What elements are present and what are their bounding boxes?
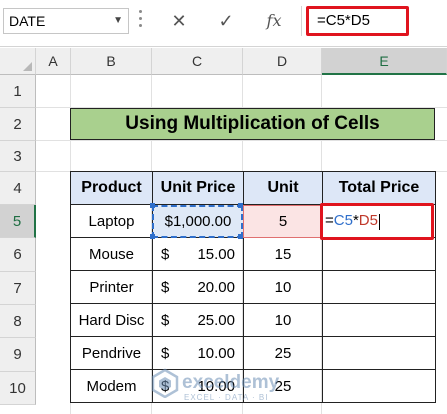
- currency-symbol: $: [161, 278, 170, 296]
- total-price-cell[interactable]: [322, 336, 436, 370]
- enter-check-icon[interactable]: ✓: [212, 6, 240, 36]
- formula-bar-buttons: ✕ ✓ fx: [157, 6, 301, 36]
- currency-symbol: $: [161, 245, 170, 263]
- currency-symbol: $: [161, 311, 170, 329]
- product-table: Product Unit Price Unit Total Price Lapt…: [70, 171, 436, 403]
- table-row: Mouse $15.00 15: [70, 237, 436, 271]
- column-header-c[interactable]: C: [152, 48, 243, 75]
- table-row: Printer $20.00 10: [70, 270, 436, 304]
- total-price-cell-editing[interactable]: =C5*D5: [322, 204, 436, 238]
- formula-highlight-box: =C5*D5: [306, 6, 409, 36]
- unit-cell[interactable]: 25: [243, 369, 323, 403]
- row-header-7[interactable]: 7: [0, 272, 36, 305]
- reference-handle[interactable]: [150, 203, 155, 208]
- name-box-value: DATE: [9, 13, 46, 29]
- price-value: 15.00: [197, 245, 235, 263]
- column-header-e[interactable]: E: [322, 48, 447, 75]
- text-caret: [378, 213, 380, 230]
- table-header-row: Product Unit Price Unit Total Price: [70, 171, 436, 205]
- column-header-d[interactable]: D: [243, 48, 322, 75]
- cancel-icon[interactable]: ✕: [165, 6, 193, 36]
- unit-price-cell[interactable]: $10.00: [152, 336, 244, 370]
- unit-cell[interactable]: 15: [243, 237, 323, 271]
- row-header-10[interactable]: 10: [0, 372, 36, 405]
- unit-price-cell[interactable]: $1,000.00: [152, 204, 244, 238]
- reference-handle[interactable]: [238, 203, 243, 208]
- row-header-2[interactable]: 2: [0, 108, 36, 141]
- product-cell[interactable]: Hard Disc: [70, 303, 153, 337]
- row-header-3[interactable]: 3: [0, 141, 36, 172]
- row-header-5[interactable]: 5: [0, 205, 36, 238]
- row-header-9[interactable]: 9: [0, 338, 36, 372]
- price-value: 10.00: [197, 377, 235, 395]
- chevron-down-icon[interactable]: ▼: [113, 9, 123, 33]
- header-total-price[interactable]: Total Price: [322, 171, 436, 205]
- product-cell[interactable]: Modem: [70, 369, 153, 403]
- sheet-title[interactable]: Using Multiplication of Cells: [70, 108, 435, 140]
- currency-symbol: $: [161, 377, 170, 395]
- gridline: [36, 140, 447, 141]
- table-row: Modem $10.00 25: [70, 369, 436, 403]
- formula-equals: =: [325, 212, 334, 230]
- select-all-corner[interactable]: [0, 48, 36, 75]
- column-header-b[interactable]: B: [71, 48, 152, 75]
- product-cell[interactable]: Printer: [70, 270, 153, 304]
- formula-ref-d5: D5: [358, 212, 378, 230]
- price-value: 10.00: [197, 344, 235, 362]
- currency-symbol: $: [161, 344, 170, 362]
- header-product[interactable]: Product: [70, 171, 153, 205]
- product-cell[interactable]: Laptop: [70, 204, 153, 238]
- formula-bar: DATE ▼ ✕ ✓ fx =C5*D5: [0, 0, 447, 47]
- row-header-1[interactable]: 1: [0, 75, 36, 108]
- product-cell[interactable]: Mouse: [70, 237, 153, 271]
- unit-price-cell[interactable]: $10.00: [152, 369, 244, 403]
- unit-cell[interactable]: 10: [243, 303, 323, 337]
- price-value: 25.00: [197, 311, 235, 329]
- reference-handle[interactable]: [238, 234, 243, 239]
- table-row: Laptop $1,000.00 5 =C5*D5: [70, 204, 436, 238]
- row-header-6[interactable]: 6: [0, 238, 36, 272]
- total-price-cell[interactable]: [322, 369, 436, 403]
- unit-cell[interactable]: 10: [243, 270, 323, 304]
- formula-text: =C5*D5: [317, 12, 370, 29]
- column-header-a[interactable]: A: [36, 48, 71, 75]
- name-box[interactable]: DATE ▼: [3, 8, 129, 34]
- price-value: 20.00: [197, 278, 235, 296]
- unit-cell[interactable]: 5: [243, 204, 323, 238]
- header-unit[interactable]: Unit: [243, 171, 323, 205]
- unit-price-cell[interactable]: $20.00: [152, 270, 244, 304]
- total-price-cell[interactable]: [322, 237, 436, 271]
- formula-bar-resize-handle[interactable]: [139, 10, 143, 32]
- table-row: Pendrive $10.00 25: [70, 336, 436, 370]
- unit-price-cell[interactable]: $25.00: [152, 303, 244, 337]
- reference-handle[interactable]: [150, 234, 155, 239]
- product-cell[interactable]: Pendrive: [70, 336, 153, 370]
- unit-price-cell[interactable]: $15.00: [152, 237, 244, 271]
- total-price-cell[interactable]: [322, 303, 436, 337]
- row-header-8[interactable]: 8: [0, 305, 36, 338]
- unit-cell[interactable]: 25: [243, 336, 323, 370]
- table-row: Hard Disc $25.00 10: [70, 303, 436, 337]
- formula-ref-c5: C5: [333, 212, 353, 230]
- header-unit-price[interactable]: Unit Price: [152, 171, 244, 205]
- formula-input[interactable]: =C5*D5: [301, 6, 447, 36]
- row-header-4[interactable]: 4: [0, 172, 36, 205]
- insert-function-icon[interactable]: fx: [260, 6, 288, 36]
- total-price-cell[interactable]: [322, 270, 436, 304]
